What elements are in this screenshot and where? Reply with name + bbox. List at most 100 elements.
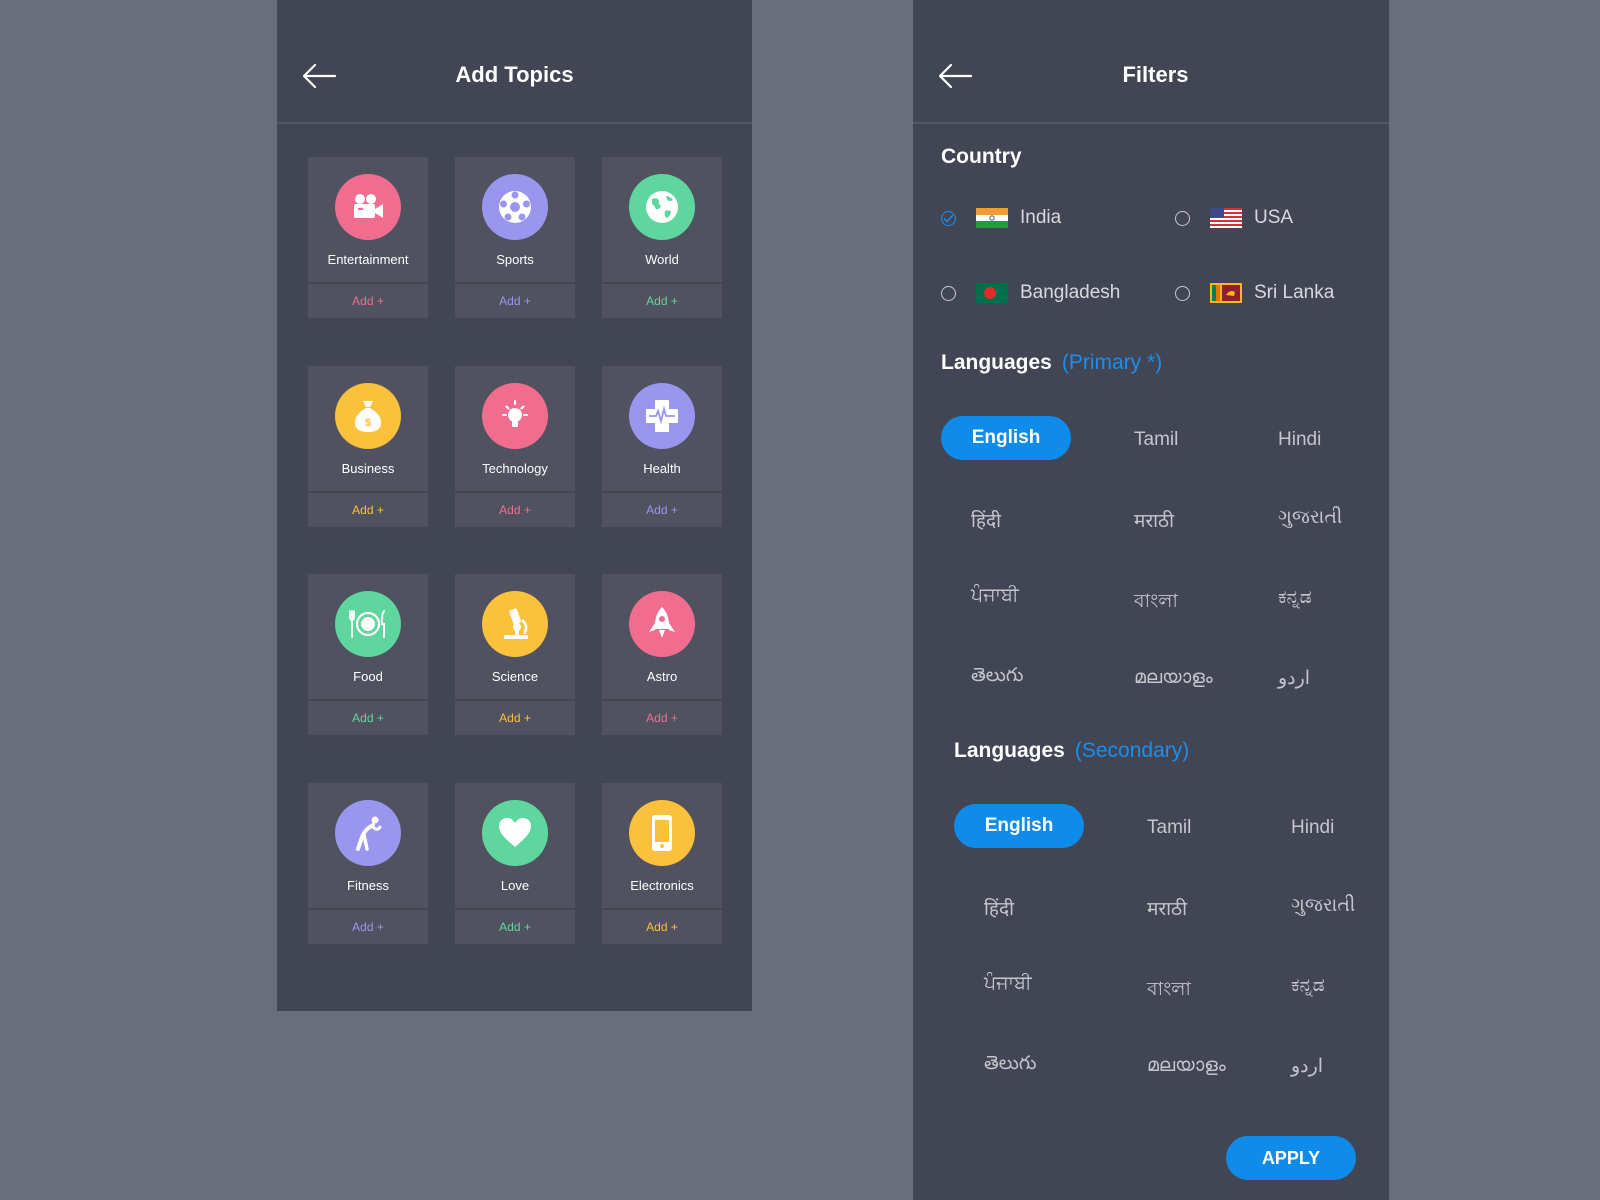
language-option[interactable]: ગુજરાતી bbox=[1278, 507, 1342, 529]
add-topic-button[interactable]: Add + bbox=[455, 503, 575, 517]
radio-button[interactable] bbox=[941, 285, 956, 301]
country-label: Sri Lanka bbox=[1254, 282, 1335, 303]
languages-primary-heading: Languages (Primary *) bbox=[941, 351, 1162, 375]
card-divider bbox=[455, 282, 575, 284]
heart-icon bbox=[482, 800, 548, 866]
radio-button-checked[interactable] bbox=[941, 210, 956, 226]
topic-card-electronics[interactable]: Electronics Add + bbox=[602, 783, 722, 944]
country-option-sri-lanka[interactable]: Sri Lanka bbox=[1175, 277, 1334, 309]
country-label: USA bbox=[1254, 207, 1294, 228]
topic-name: Electronics bbox=[630, 878, 694, 893]
add-topic-button[interactable]: Add + bbox=[308, 503, 428, 517]
language-option[interactable]: मराठी bbox=[1134, 507, 1174, 533]
card-divider bbox=[602, 491, 722, 493]
topic-card-health[interactable]: Health Add + bbox=[602, 366, 722, 527]
film-camera-icon bbox=[335, 174, 401, 240]
add-topic-button[interactable]: Add + bbox=[602, 294, 722, 308]
language-option[interactable]: ಕನ್ನಡ bbox=[1278, 587, 1312, 609]
add-topic-button[interactable]: Add + bbox=[455, 711, 575, 725]
topic-card-technology[interactable]: Technology Add + bbox=[455, 366, 575, 527]
card-divider bbox=[602, 908, 722, 910]
language-option[interactable]: ਪੰਜਾਬੀ bbox=[971, 585, 1019, 607]
language-option[interactable]: తెలుగు bbox=[984, 1053, 1036, 1079]
language-option[interactable]: తెలుగు bbox=[971, 665, 1023, 691]
section-title: Languages bbox=[941, 351, 1052, 374]
money-bag-icon: $ bbox=[335, 383, 401, 449]
topic-name: Entertainment bbox=[327, 252, 409, 267]
language-option[interactable]: ਪੰਜਾਬੀ bbox=[984, 973, 1032, 995]
card-divider bbox=[308, 908, 428, 910]
usa-flag-icon bbox=[1210, 208, 1242, 228]
language-option[interactable]: বাংলা bbox=[1134, 587, 1178, 619]
page-title: Filters bbox=[1122, 62, 1189, 87]
topic-name: Business bbox=[341, 461, 395, 476]
medical-cross-icon bbox=[629, 383, 695, 449]
section-title: Languages bbox=[954, 739, 1065, 762]
card-divider bbox=[455, 908, 575, 910]
language-option[interactable]: اردو bbox=[1291, 1055, 1323, 1078]
topic-card-astro[interactable]: Astro Add + bbox=[602, 574, 722, 735]
svg-text:$: $ bbox=[365, 417, 371, 429]
topic-name: Food bbox=[353, 669, 383, 684]
add-topic-button[interactable]: Add + bbox=[308, 920, 428, 934]
soccer-ball-icon bbox=[482, 174, 548, 240]
language-option[interactable]: Hindi bbox=[1278, 429, 1321, 451]
filters-panel: Filters Country India USA Bangladesh Sri… bbox=[913, 0, 1389, 1200]
country-option-usa[interactable]: USA bbox=[1175, 202, 1293, 234]
add-topics-panel: Add Topics Entertainment Add + Sports Ad… bbox=[277, 0, 752, 1011]
language-option[interactable]: Tamil bbox=[1147, 817, 1191, 839]
topic-card-sports[interactable]: Sports Add + bbox=[455, 157, 575, 318]
language-option[interactable]: ಕನ್ನಡ bbox=[1291, 975, 1325, 997]
radio-button[interactable] bbox=[1175, 210, 1190, 226]
languages-secondary-heading: Languages (Secondary) bbox=[954, 739, 1189, 763]
card-divider bbox=[602, 282, 722, 284]
radio-button[interactable] bbox=[1175, 285, 1190, 301]
add-topic-button[interactable]: Add + bbox=[455, 920, 575, 934]
language-option[interactable]: हिंदी bbox=[971, 507, 1001, 533]
language-option[interactable]: മലയാളം bbox=[1134, 667, 1213, 689]
card-divider bbox=[308, 491, 428, 493]
language-option[interactable]: Tamil bbox=[1134, 429, 1178, 451]
smartphone-icon bbox=[629, 800, 695, 866]
add-topic-button[interactable]: Add + bbox=[455, 294, 575, 308]
page-title: Add Topics bbox=[455, 62, 574, 87]
topic-card-love[interactable]: Love Add + bbox=[455, 783, 575, 944]
topic-name: Health bbox=[643, 461, 681, 476]
topic-card-fitness[interactable]: Fitness Add + bbox=[308, 783, 428, 944]
language-option[interactable]: اردو bbox=[1278, 667, 1310, 690]
country-option-bangladesh[interactable]: Bangladesh bbox=[941, 277, 1120, 309]
language-option[interactable]: മലയാളം bbox=[1147, 1055, 1226, 1077]
stretching-person-icon bbox=[335, 800, 401, 866]
globe-icon bbox=[629, 174, 695, 240]
topic-name: Astro bbox=[646, 669, 678, 684]
language-english-selected[interactable]: English bbox=[954, 804, 1084, 848]
language-option[interactable]: मराठी bbox=[1147, 895, 1187, 921]
topic-name: Love bbox=[500, 878, 530, 893]
apply-button[interactable]: APPLY bbox=[1226, 1136, 1356, 1180]
card-divider bbox=[308, 699, 428, 701]
section-accent: (Secondary) bbox=[1074, 739, 1190, 762]
add-topic-button[interactable]: Add + bbox=[602, 711, 722, 725]
filters-header: Filters bbox=[913, 0, 1389, 124]
topic-name: Sports bbox=[496, 252, 534, 267]
language-option[interactable]: ગુજરાતી bbox=[1291, 895, 1355, 917]
add-topic-button[interactable]: Add + bbox=[602, 920, 722, 934]
topic-name: Science bbox=[491, 669, 539, 684]
topic-card-business[interactable]: $ Business Add + bbox=[308, 366, 428, 527]
add-topic-button[interactable]: Add + bbox=[308, 711, 428, 725]
topic-card-world[interactable]: World Add + bbox=[602, 157, 722, 318]
language-option[interactable]: বাংলা bbox=[1147, 975, 1191, 1007]
topic-card-food[interactable]: Food Add + bbox=[308, 574, 428, 735]
country-option-india[interactable]: India bbox=[941, 202, 1061, 234]
language-option[interactable]: हिंदी bbox=[984, 895, 1014, 921]
add-topic-button[interactable]: Add + bbox=[602, 503, 722, 517]
topic-card-science[interactable]: Science Add + bbox=[455, 574, 575, 735]
rocket-icon bbox=[629, 591, 695, 657]
add-topics-header: Add Topics bbox=[277, 0, 752, 124]
language-english-selected[interactable]: English bbox=[941, 416, 1071, 460]
add-topic-button[interactable]: Add + bbox=[308, 294, 428, 308]
topic-name: World bbox=[645, 252, 679, 267]
topic-card-entertainment[interactable]: Entertainment Add + bbox=[308, 157, 428, 318]
language-option[interactable]: Hindi bbox=[1291, 817, 1334, 839]
country-label: India bbox=[1020, 207, 1062, 228]
